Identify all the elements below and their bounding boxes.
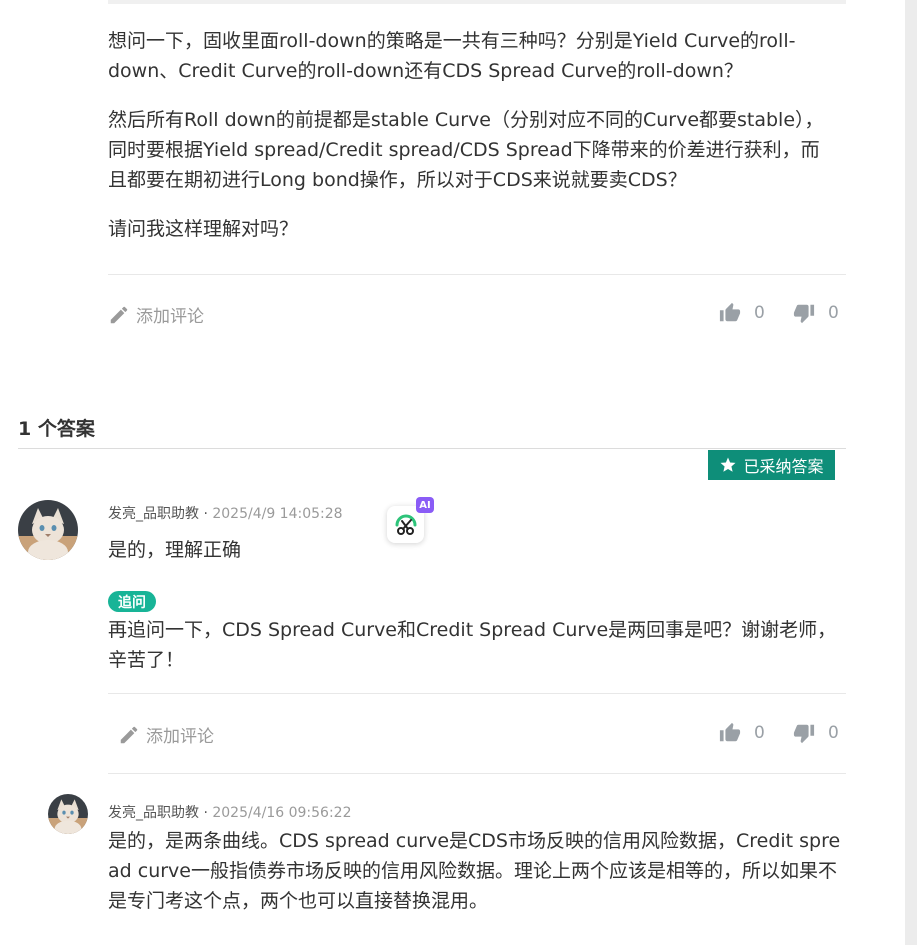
reply-meta: 发亮_品职助教 · 2025/4/16 09:56:22 [108, 802, 351, 822]
dislike-count: 0 [828, 723, 839, 743]
pencil-icon [120, 726, 138, 743]
question-paragraph: 请问我这样理解对吗？ [108, 218, 299, 240]
add-comment-button[interactable]: 添加评论 [118, 722, 214, 747]
answer-text: 是的，理解正确 [108, 539, 242, 561]
divider [108, 274, 846, 275]
scissors-icon [395, 514, 416, 535]
like-button[interactable]: 0 [718, 302, 765, 324]
avatar[interactable] [18, 500, 78, 560]
dislike-count: 0 [828, 303, 839, 323]
add-comment-label: 添加评论 [146, 727, 214, 747]
scrollbar[interactable] [905, 0, 917, 945]
cat-avatar-image [48, 794, 88, 834]
add-comment-label: 添加评论 [136, 307, 204, 327]
accepted-answer-label: 已采纳答案 [743, 457, 824, 476]
meta-separator: · [199, 506, 213, 522]
pencil-icon [110, 306, 128, 323]
thumbs-up-icon [719, 302, 741, 322]
divider [108, 693, 846, 694]
ai-badge: AI [416, 497, 434, 513]
previous-section-edge [108, 0, 846, 4]
question-paragraph: 然后所有Roll down的前提都是stable Curve（分别对应不同的Cu… [108, 109, 824, 191]
followup-text: 再追问一下，CDS Spread Curve和Credit Spread Cur… [108, 619, 837, 671]
cat-avatar-image [18, 500, 78, 560]
answer-action-bar: 添加评论 0 0 [118, 714, 844, 754]
question-paragraph: 想问一下，固收里面roll-down的策略是一共有三种吗？分别是Yield Cu… [108, 30, 796, 82]
dislike-button[interactable]: 0 [792, 302, 839, 324]
meta-separator: · [199, 805, 213, 821]
avatar[interactable] [48, 794, 88, 834]
divider [108, 773, 846, 774]
divider [18, 448, 846, 449]
like-button[interactable]: 0 [718, 722, 765, 744]
accepted-answer-badge: 已采纳答案 [708, 450, 835, 480]
star-icon [720, 457, 736, 472]
followup-tag: 追问 [108, 591, 156, 612]
add-comment-button[interactable]: 添加评论 [108, 302, 204, 327]
question-action-bar: 添加评论 0 0 [108, 294, 844, 334]
thumbs-up-icon [719, 722, 741, 742]
dislike-button[interactable]: 0 [792, 722, 839, 744]
like-count: 0 [754, 303, 765, 323]
reply-time: 2025/4/16 09:56:22 [212, 805, 352, 821]
author-name[interactable]: 发亮_品职助教 [108, 805, 199, 821]
reply-text: 是的，是两条曲线。CDS spread curve是CDS市场反映的信用风险数据… [108, 830, 841, 912]
author-name[interactable]: 发亮_品职助教 [108, 506, 199, 522]
like-count: 0 [754, 723, 765, 743]
answer-meta: 发亮_品职助教 · 2025/4/9 14:05:28 [108, 503, 343, 523]
question-body: 想问一下，固收里面roll-down的策略是一共有三种吗？分别是Yield Cu… [108, 26, 838, 263]
thumbs-down-icon [793, 304, 815, 324]
answers-heading: 1 个答案 [18, 418, 95, 440]
thumbs-down-icon [793, 724, 815, 744]
answer-time: 2025/4/9 14:05:28 [212, 506, 343, 522]
